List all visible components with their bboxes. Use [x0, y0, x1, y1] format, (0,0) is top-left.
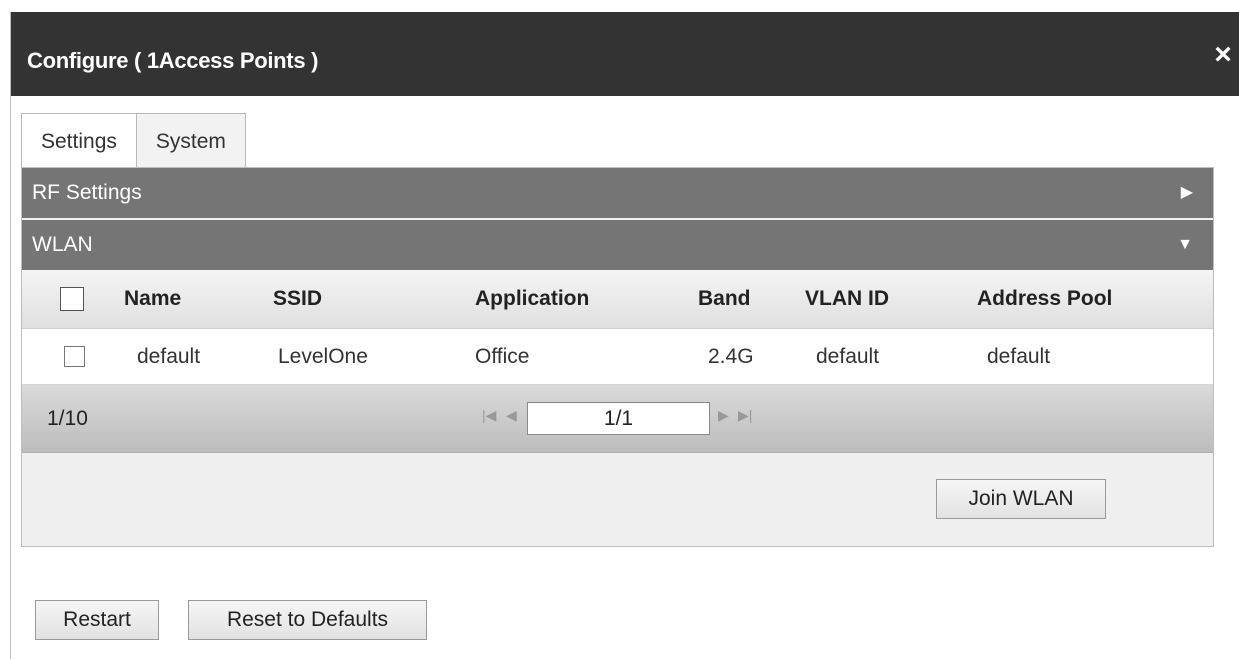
- table-row[interactable]: default LevelOne Office 2.4G default def…: [22, 329, 1213, 385]
- cell-application: Office: [475, 344, 530, 368]
- column-header-address-pool[interactable]: Address Pool: [977, 270, 1112, 328]
- wlan-label: WLAN: [32, 233, 93, 256]
- tab-system[interactable]: System: [136, 113, 246, 167]
- row-checkbox[interactable]: [64, 346, 85, 367]
- reset-defaults-button[interactable]: Reset to Defaults: [188, 600, 427, 640]
- cell-band: 2.4G: [708, 344, 754, 368]
- column-header-band[interactable]: Band: [698, 270, 751, 328]
- cell-vlan-id: default: [816, 344, 880, 368]
- restart-button[interactable]: Restart: [35, 600, 159, 640]
- pagination-bar: 1/10 |◀ ◀ 1/1 ▶ ▶|: [22, 385, 1213, 453]
- wlan-table-header: Name SSID Application Band VLAN ID Addre…: [22, 270, 1213, 329]
- select-all-checkbox[interactable]: [60, 287, 84, 311]
- wlan-header[interactable]: WLAN ▼: [22, 220, 1213, 270]
- settings-panel: RF Settings ▶ WLAN ▼ Name SSID Applicati…: [21, 167, 1214, 547]
- tab-settings[interactable]: Settings: [21, 113, 137, 167]
- dialog-title: Configure ( 1Access Points ): [27, 48, 319, 73]
- rf-settings-label: RF Settings: [32, 181, 142, 204]
- tab-bar: Settings System: [21, 113, 246, 167]
- cell-address-pool: default: [987, 344, 1051, 368]
- column-header-ssid[interactable]: SSID: [273, 270, 322, 328]
- last-page-icon[interactable]: ▶|: [738, 407, 752, 424]
- first-page-icon[interactable]: |◀: [482, 407, 496, 424]
- page-number-input[interactable]: 1/1: [527, 402, 710, 435]
- close-icon[interactable]: ×: [1210, 40, 1236, 70]
- cell-ssid: LevelOne: [278, 344, 368, 368]
- cell-name: default: [137, 344, 201, 368]
- join-wlan-button[interactable]: Join WLAN: [936, 479, 1106, 519]
- column-header-name[interactable]: Name: [124, 270, 181, 328]
- record-count: 1/10: [47, 407, 88, 430]
- next-page-icon[interactable]: ▶: [718, 407, 729, 424]
- triangle-right-icon: ▶: [1180, 184, 1193, 201]
- dialog-titlebar: Configure ( 1Access Points ) ×: [11, 12, 1239, 96]
- prev-page-icon[interactable]: ◀: [506, 407, 517, 424]
- column-header-application[interactable]: Application: [475, 270, 589, 328]
- triangle-down-icon: ▼: [1177, 236, 1193, 253]
- rf-settings-header[interactable]: RF Settings ▶: [22, 168, 1213, 218]
- column-header-vlan-id[interactable]: VLAN ID: [805, 270, 889, 328]
